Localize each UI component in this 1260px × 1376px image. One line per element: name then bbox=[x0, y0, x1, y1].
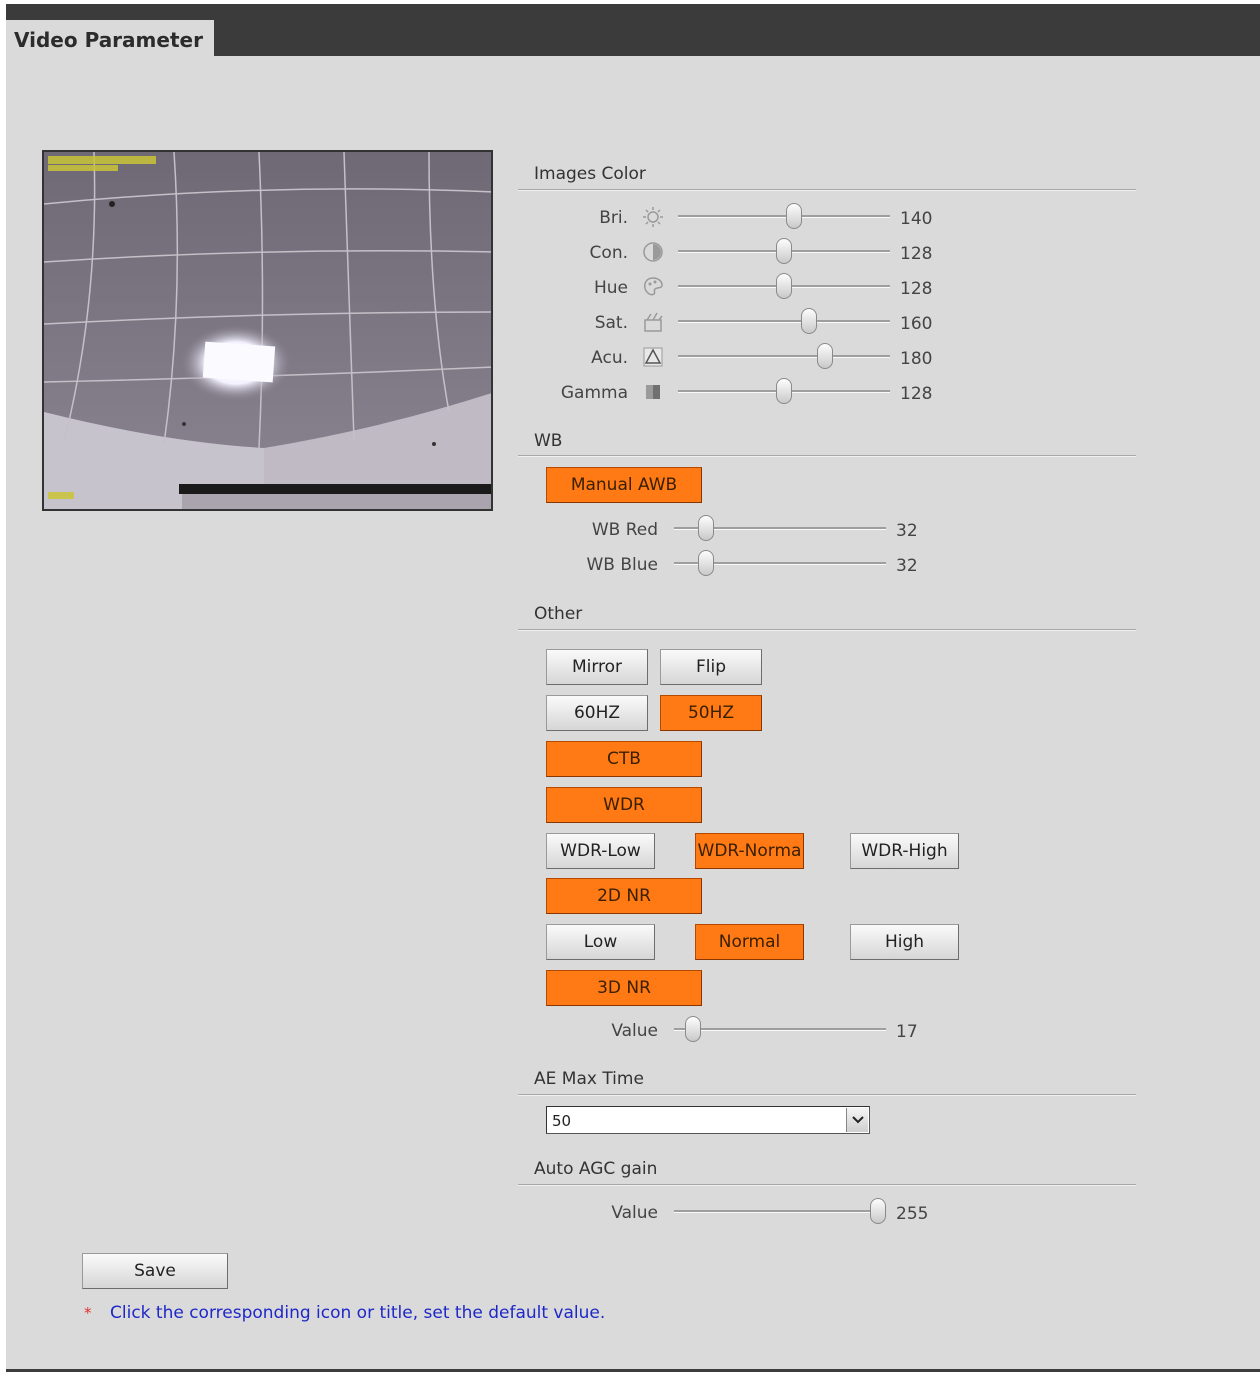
other-divider bbox=[518, 629, 1136, 631]
ae-divider bbox=[518, 1094, 1136, 1096]
images-color-title[interactable]: Images Color bbox=[534, 164, 646, 184]
agc-value: 255 bbox=[896, 1204, 929, 1224]
ae-max-time-title: AE Max Time bbox=[534, 1069, 644, 1089]
acutance-label[interactable]: Acu. bbox=[546, 348, 628, 368]
wdr-normal-button[interactable]: WDR-Norma bbox=[695, 833, 804, 869]
agc-divider bbox=[518, 1184, 1136, 1186]
3d-nr-slider-track[interactable] bbox=[674, 1028, 886, 1031]
default-value-note: Click the corresponding icon or title, s… bbox=[110, 1303, 606, 1323]
wdr-low-button[interactable]: WDR-Low bbox=[546, 833, 655, 869]
3d-nr-value: 17 bbox=[896, 1022, 918, 1042]
3d-nr-button[interactable]: 3D NR bbox=[546, 970, 702, 1006]
saturation-value: 160 bbox=[900, 314, 933, 334]
wb-red-value: 32 bbox=[896, 521, 918, 541]
saturation-label[interactable]: Sat. bbox=[546, 313, 628, 333]
video-preview bbox=[42, 150, 493, 511]
acutance-slider-thumb[interactable] bbox=[817, 343, 833, 369]
gamma-value: 128 bbox=[900, 384, 933, 404]
brightness-slider-thumb[interactable] bbox=[786, 203, 802, 229]
ae-max-time-select[interactable]: 50 bbox=[546, 1106, 870, 1134]
brightness-slider-track[interactable] bbox=[678, 215, 890, 218]
ae-max-time-selected: 50 bbox=[552, 1112, 572, 1130]
contrast-slider-thumb[interactable] bbox=[776, 238, 792, 264]
hue-label[interactable]: Hue bbox=[546, 278, 628, 298]
3d-nr-slider-thumb[interactable] bbox=[685, 1016, 701, 1042]
gamma-label[interactable]: Gamma bbox=[546, 383, 628, 403]
contrast-icon[interactable] bbox=[642, 241, 664, 263]
tab-video-parameter[interactable]: Video Parameter bbox=[6, 20, 214, 58]
acutance-slider-track[interactable] bbox=[678, 355, 890, 358]
other-title: Other bbox=[534, 604, 583, 624]
wb-divider bbox=[518, 455, 1136, 457]
wb-red-label[interactable]: WB Red bbox=[566, 520, 658, 540]
agc-slider-thumb[interactable] bbox=[870, 1198, 886, 1224]
wb-blue-slider-thumb[interactable] bbox=[698, 550, 714, 576]
agc-value-label[interactable]: Value bbox=[566, 1203, 658, 1223]
50hz-button[interactable]: 50HZ bbox=[660, 695, 762, 731]
chevron-down-icon[interactable] bbox=[846, 1108, 868, 1132]
2d-nr-button[interactable]: 2D NR bbox=[546, 878, 702, 914]
video-parameter-panel: Video Parameter Images Color Bri. 140 Co… bbox=[6, 4, 1260, 1372]
gamma-icon[interactable] bbox=[642, 381, 664, 403]
mirror-button[interactable]: Mirror bbox=[546, 649, 648, 685]
hue-icon[interactable] bbox=[642, 276, 664, 298]
60hz-button[interactable]: 60HZ bbox=[546, 695, 648, 731]
auto-agc-gain-title: Auto AGC gain bbox=[534, 1159, 658, 1179]
images-color-divider bbox=[518, 189, 1136, 191]
ctb-button[interactable]: CTB bbox=[546, 741, 702, 777]
saturation-icon[interactable] bbox=[642, 311, 664, 333]
save-button[interactable]: Save bbox=[82, 1253, 228, 1289]
acutance-icon[interactable] bbox=[642, 346, 664, 368]
hue-value: 128 bbox=[900, 279, 933, 299]
brightness-icon[interactable] bbox=[642, 206, 664, 228]
wb-blue-label[interactable]: WB Blue bbox=[566, 555, 659, 575]
brightness-label[interactable]: Bri. bbox=[546, 208, 628, 228]
contrast-label[interactable]: Con. bbox=[546, 243, 628, 263]
saturation-slider-thumb[interactable] bbox=[801, 308, 817, 334]
required-star: * bbox=[84, 1304, 92, 1322]
gamma-slider-thumb[interactable] bbox=[776, 378, 792, 404]
wdr-high-button[interactable]: WDR-High bbox=[850, 833, 959, 869]
wdr-button[interactable]: WDR bbox=[546, 787, 702, 823]
contrast-value: 128 bbox=[900, 244, 933, 264]
nr-high-button[interactable]: High bbox=[850, 924, 959, 960]
hue-slider-thumb[interactable] bbox=[776, 273, 792, 299]
acutance-value: 180 bbox=[900, 349, 933, 369]
wb-blue-value: 32 bbox=[896, 556, 918, 576]
wb-title[interactable]: WB bbox=[534, 431, 562, 451]
wb-red-slider-thumb[interactable] bbox=[698, 515, 714, 541]
nr-normal-button[interactable]: Normal bbox=[695, 924, 804, 960]
3d-nr-value-label[interactable]: Value bbox=[566, 1021, 658, 1041]
flip-button[interactable]: Flip bbox=[660, 649, 762, 685]
nr-low-button[interactable]: Low bbox=[546, 924, 655, 960]
brightness-value: 140 bbox=[900, 209, 933, 229]
saturation-slider-track[interactable] bbox=[678, 320, 890, 323]
manual-awb-button[interactable]: Manual AWB bbox=[546, 467, 702, 503]
agc-slider-track[interactable] bbox=[674, 1210, 886, 1213]
